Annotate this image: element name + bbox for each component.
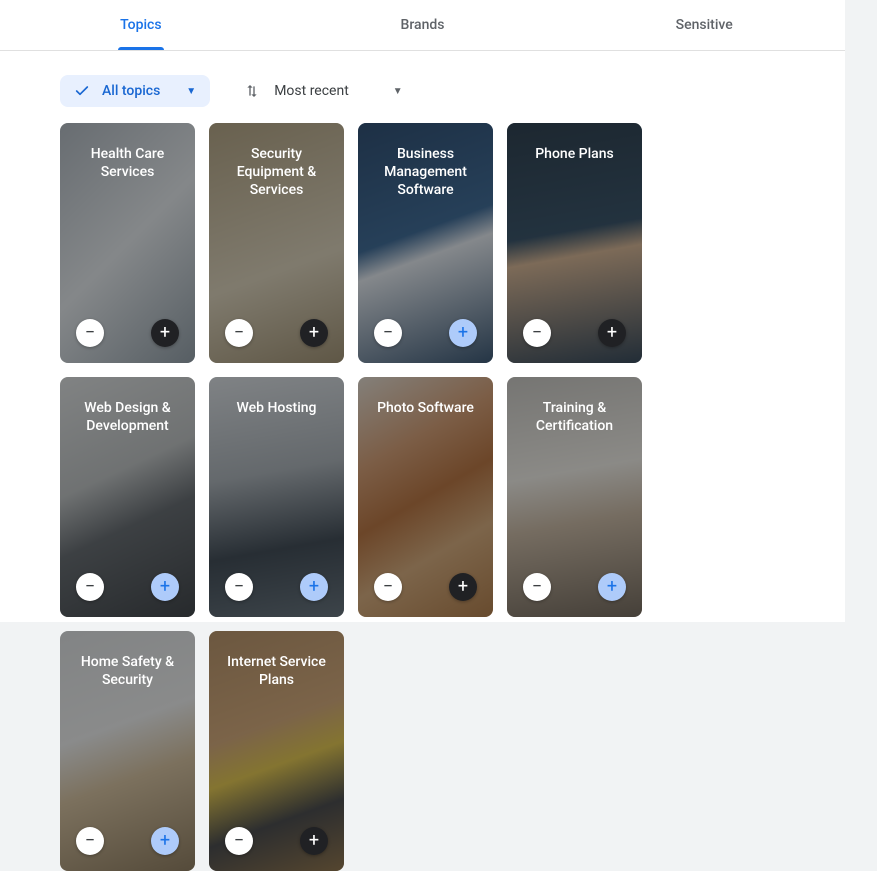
card-actions: − + (60, 319, 195, 347)
card-title: Health Care Services (68, 145, 187, 181)
minus-icon: − (85, 322, 95, 343)
topic-card[interactable]: Training & Certification − + (507, 377, 642, 617)
plus-button[interactable]: + (151, 827, 179, 855)
minus-button[interactable]: − (374, 319, 402, 347)
minus-button[interactable]: − (76, 319, 104, 347)
minus-button[interactable]: − (76, 573, 104, 601)
card-title: Security Equipment & Services (217, 145, 336, 199)
minus-button[interactable]: − (225, 827, 253, 855)
topic-card[interactable]: Health Care Services − + (60, 123, 195, 363)
card-actions: − + (209, 319, 344, 347)
tab-brands[interactable]: Brands (282, 0, 564, 50)
plus-icon: + (309, 830, 319, 851)
minus-icon: − (234, 576, 244, 597)
plus-icon: + (160, 322, 170, 343)
card-actions: − + (507, 573, 642, 601)
plus-icon: + (160, 576, 170, 597)
topic-card[interactable]: Business Management Software − + (358, 123, 493, 363)
plus-button[interactable]: + (598, 319, 626, 347)
chevron-down-icon: ▼ (393, 86, 403, 97)
minus-button[interactable]: − (76, 827, 104, 855)
plus-button[interactable]: + (449, 573, 477, 601)
tab-topics-label: Topics (120, 17, 161, 33)
minus-icon: − (532, 576, 542, 597)
minus-button[interactable]: − (523, 319, 551, 347)
topic-card[interactable]: Security Equipment & Services − + (209, 123, 344, 363)
plus-icon: + (309, 322, 319, 343)
card-title: Internet Service Plans (217, 653, 336, 689)
plus-icon: + (458, 322, 468, 343)
plus-button[interactable]: + (151, 319, 179, 347)
minus-button[interactable]: − (523, 573, 551, 601)
filter-label: All topics (102, 83, 160, 99)
card-title: Phone Plans (515, 145, 634, 163)
sort-label: Most recent (274, 83, 349, 99)
tab-brands-label: Brands (401, 17, 445, 33)
plus-icon: + (160, 830, 170, 851)
minus-icon: − (85, 576, 95, 597)
tab-sensitive[interactable]: Sensitive (563, 0, 845, 50)
cards-grid: Health Care Services − + Security Equipm… (0, 123, 845, 871)
topics-container: Topics Brands Sensitive All topics ▼ Mos… (0, 0, 845, 622)
filter-chip[interactable]: All topics ▼ (60, 75, 210, 107)
plus-button[interactable]: + (300, 573, 328, 601)
tab-topics[interactable]: Topics (0, 0, 282, 50)
controls-row: All topics ▼ Most recent ▼ (0, 51, 845, 123)
card-actions: − + (358, 573, 493, 601)
plus-button[interactable]: + (300, 319, 328, 347)
card-title: Business Management Software (366, 145, 485, 199)
minus-button[interactable]: − (225, 319, 253, 347)
chevron-down-icon: ▼ (186, 86, 196, 97)
minus-button[interactable]: − (225, 573, 253, 601)
minus-icon: − (383, 322, 393, 343)
minus-button[interactable]: − (374, 573, 402, 601)
minus-icon: − (85, 830, 95, 851)
card-actions: − + (60, 827, 195, 855)
topic-card[interactable]: Home Safety & Security − + (60, 631, 195, 871)
card-title: Training & Certification (515, 399, 634, 435)
card-actions: − + (209, 573, 344, 601)
card-actions: − + (507, 319, 642, 347)
minus-icon: − (234, 322, 244, 343)
plus-button[interactable]: + (151, 573, 179, 601)
plus-icon: + (607, 576, 617, 597)
card-actions: − + (358, 319, 493, 347)
plus-button[interactable]: + (300, 827, 328, 855)
card-title: Web Design & Development (68, 399, 187, 435)
card-title: Home Safety & Security (68, 653, 187, 689)
topic-card[interactable]: Photo Software − + (358, 377, 493, 617)
tabs: Topics Brands Sensitive (0, 0, 845, 51)
card-title: Web Hosting (217, 399, 336, 417)
topic-card[interactable]: Web Hosting − + (209, 377, 344, 617)
minus-icon: − (383, 576, 393, 597)
check-icon (74, 83, 90, 99)
topic-card[interactable]: Phone Plans − + (507, 123, 642, 363)
plus-icon: + (309, 576, 319, 597)
card-actions: − + (60, 573, 195, 601)
plus-icon: + (607, 322, 617, 343)
plus-icon: + (458, 576, 468, 597)
minus-icon: − (234, 830, 244, 851)
card-actions: − + (209, 827, 344, 855)
sort-dropdown[interactable]: Most recent ▼ (230, 75, 417, 107)
topic-card[interactable]: Web Design & Development − + (60, 377, 195, 617)
plus-button[interactable]: + (449, 319, 477, 347)
minus-icon: − (532, 322, 542, 343)
tab-sensitive-label: Sensitive (676, 17, 733, 33)
swap-vert-icon (244, 83, 260, 99)
topic-card[interactable]: Internet Service Plans − + (209, 631, 344, 871)
plus-button[interactable]: + (598, 573, 626, 601)
card-title: Photo Software (366, 399, 485, 417)
